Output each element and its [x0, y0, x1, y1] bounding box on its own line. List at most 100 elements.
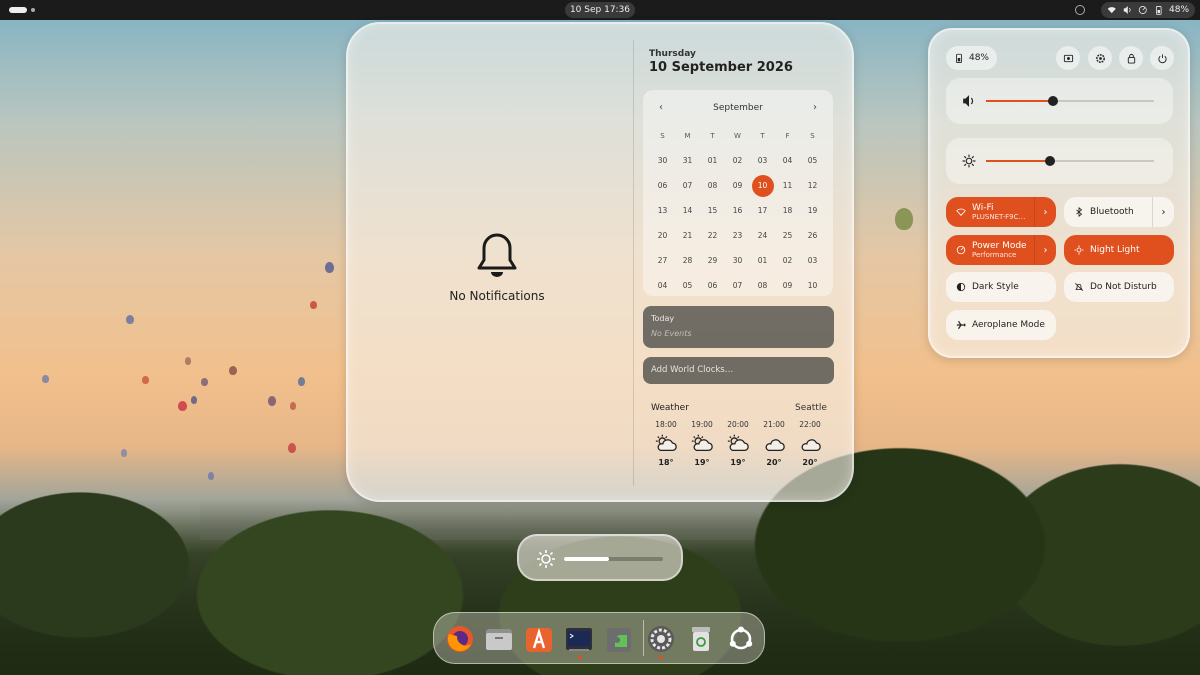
- calendar-day[interactable]: 04: [650, 273, 675, 298]
- weather-forecast[interactable]: 18:00 18° 19:00 19° 20:00 19° 21:00 20° 22:00 20°: [648, 420, 828, 467]
- extensions-icon[interactable]: [604, 624, 634, 654]
- calendar-day[interactable]: 06: [700, 273, 725, 298]
- screenshot-icon: [1063, 54, 1073, 62]
- calendar-day[interactable]: 03: [800, 248, 825, 273]
- calendar-day[interactable]: 04: [775, 148, 800, 173]
- brightness-osd: [517, 534, 683, 581]
- calendar-day[interactable]: 17: [750, 198, 775, 223]
- calendar-day[interactable]: 15: [700, 198, 725, 223]
- lock-icon: [1127, 53, 1135, 64]
- battery-chip[interactable]: 48%: [946, 46, 997, 70]
- partly-sunny-icon: [727, 434, 749, 452]
- add-world-clocks-button[interactable]: Add World Clocks…: [643, 357, 834, 384]
- forecast-time: 21:00: [763, 420, 785, 429]
- lock-button[interactable]: [1119, 46, 1143, 70]
- calendar-day[interactable]: 23: [725, 223, 750, 248]
- power-mode-toggle[interactable]: Power Mode Performance ›: [946, 235, 1056, 265]
- brightness-icon: [537, 550, 555, 568]
- bluetooth-toggle[interactable]: Bluetooth ›: [1064, 197, 1174, 227]
- calendar-day[interactable]: 21: [675, 223, 700, 248]
- wifi-expand-button[interactable]: ›: [1034, 197, 1056, 227]
- calendar-day[interactable]: 11: [775, 173, 800, 198]
- calendar-day[interactable]: 14: [675, 198, 700, 223]
- aeroplane-label: Aeroplane Mode: [972, 320, 1045, 330]
- weekday-header: F: [785, 131, 790, 140]
- next-month-button[interactable]: ›: [813, 102, 817, 113]
- calendar-day[interactable]: 08: [700, 173, 725, 198]
- settings-icon[interactable]: [646, 624, 676, 654]
- power-button[interactable]: [1150, 46, 1174, 70]
- calendar-day[interactable]: 05: [800, 148, 825, 173]
- do-not-disturb-toggle[interactable]: Do Not Disturb: [1064, 272, 1174, 302]
- events-section[interactable]: Today No Events: [643, 306, 834, 348]
- dnd-bell-icon: [1074, 282, 1084, 292]
- calendar-day[interactable]: 28: [675, 248, 700, 273]
- forecast-temp: 19°: [694, 458, 710, 467]
- volume-slider[interactable]: [946, 78, 1173, 124]
- calendar-day[interactable]: 06: [650, 173, 675, 198]
- volume-slider-handle[interactable]: [1048, 96, 1059, 106]
- calendar-day[interactable]: 07: [725, 273, 750, 298]
- forecast-temp: 20°: [766, 458, 782, 467]
- calendar-day[interactable]: 03: [750, 148, 775, 173]
- terminal-icon[interactable]: [564, 624, 594, 654]
- calendar-day[interactable]: 18: [775, 198, 800, 223]
- files-icon[interactable]: [484, 624, 514, 654]
- calendar-day[interactable]: 12: [800, 173, 825, 198]
- dark-style-toggle[interactable]: Dark Style: [946, 272, 1056, 302]
- system-menu[interactable]: 48%: [1101, 2, 1195, 18]
- forecast-temp: 18°: [658, 458, 674, 467]
- gear-icon: [1095, 53, 1105, 63]
- calendar-day[interactable]: 10: [800, 273, 825, 298]
- indicator-circle-icon[interactable]: [1075, 5, 1085, 15]
- wifi-network: PLUSNET-F9C…: [972, 212, 1026, 221]
- night-light-toggle[interactable]: Night Light: [1064, 235, 1174, 265]
- calendar-day[interactable]: 16: [725, 198, 750, 223]
- workspace-indicator[interactable]: [9, 7, 39, 13]
- calendar-day[interactable]: 13: [650, 198, 675, 223]
- calendar-day[interactable]: 22: [700, 223, 725, 248]
- ubuntu-apps-icon[interactable]: [726, 624, 756, 654]
- screenshot-button[interactable]: [1056, 46, 1080, 70]
- bluetooth-expand-button[interactable]: ›: [1152, 197, 1174, 227]
- calendar-day[interactable]: 30: [725, 248, 750, 273]
- calendar-day[interactable]: 30: [650, 148, 675, 173]
- dnd-label: Do Not Disturb: [1090, 282, 1157, 292]
- wifi-icon: [956, 208, 966, 216]
- calendar-day[interactable]: 27: [650, 248, 675, 273]
- wifi-label: Wi-Fi: [972, 202, 994, 213]
- aeroplane-mode-toggle[interactable]: Aeroplane Mode: [946, 310, 1056, 340]
- calendar-day[interactable]: 07: [675, 173, 700, 198]
- calendar-day[interactable]: 01: [750, 248, 775, 273]
- weather-label[interactable]: Weather: [651, 403, 689, 413]
- trash-icon[interactable]: [686, 624, 716, 654]
- calendar-day[interactable]: 10: [751, 174, 774, 197]
- firefox-icon[interactable]: [445, 624, 475, 654]
- calendar-day[interactable]: 08: [750, 273, 775, 298]
- calendar-day[interactable]: 02: [725, 148, 750, 173]
- osd-level-bar: [564, 557, 663, 561]
- calendar-day[interactable]: 26: [800, 223, 825, 248]
- calendar-day[interactable]: 05: [675, 273, 700, 298]
- calendar-day[interactable]: 20: [650, 223, 675, 248]
- calendar-day[interactable]: 31: [675, 148, 700, 173]
- brightness-slider[interactable]: [946, 138, 1173, 184]
- calendar-day[interactable]: 19: [800, 198, 825, 223]
- calendar-grid: S M T W T F S 30 31 01 02 03 04 05 06 07 08 09 10 11 12 13 14 1…: [650, 123, 826, 298]
- calendar-day[interactable]: 29: [700, 248, 725, 273]
- brightness-slider-handle[interactable]: [1044, 156, 1055, 166]
- forecast-temp: 20°: [802, 458, 818, 467]
- calendar-day[interactable]: 09: [775, 273, 800, 298]
- clock[interactable]: 10 Sep 17:36: [565, 2, 635, 18]
- power-mode-expand-button[interactable]: ›: [1034, 235, 1056, 265]
- wifi-toggle[interactable]: Wi-Fi PLUSNET-F9C… ›: [946, 197, 1056, 227]
- calendar-month[interactable]: September: [643, 103, 833, 113]
- app-center-icon[interactable]: [524, 624, 554, 654]
- calendar-day[interactable]: 01: [700, 148, 725, 173]
- calendar-day[interactable]: 09: [725, 173, 750, 198]
- settings-button[interactable]: [1088, 46, 1112, 70]
- full-date-label[interactable]: 10 September 2026: [649, 60, 793, 75]
- calendar-day[interactable]: 02: [775, 248, 800, 273]
- calendar-day[interactable]: 24: [750, 223, 775, 248]
- calendar-day[interactable]: 25: [775, 223, 800, 248]
